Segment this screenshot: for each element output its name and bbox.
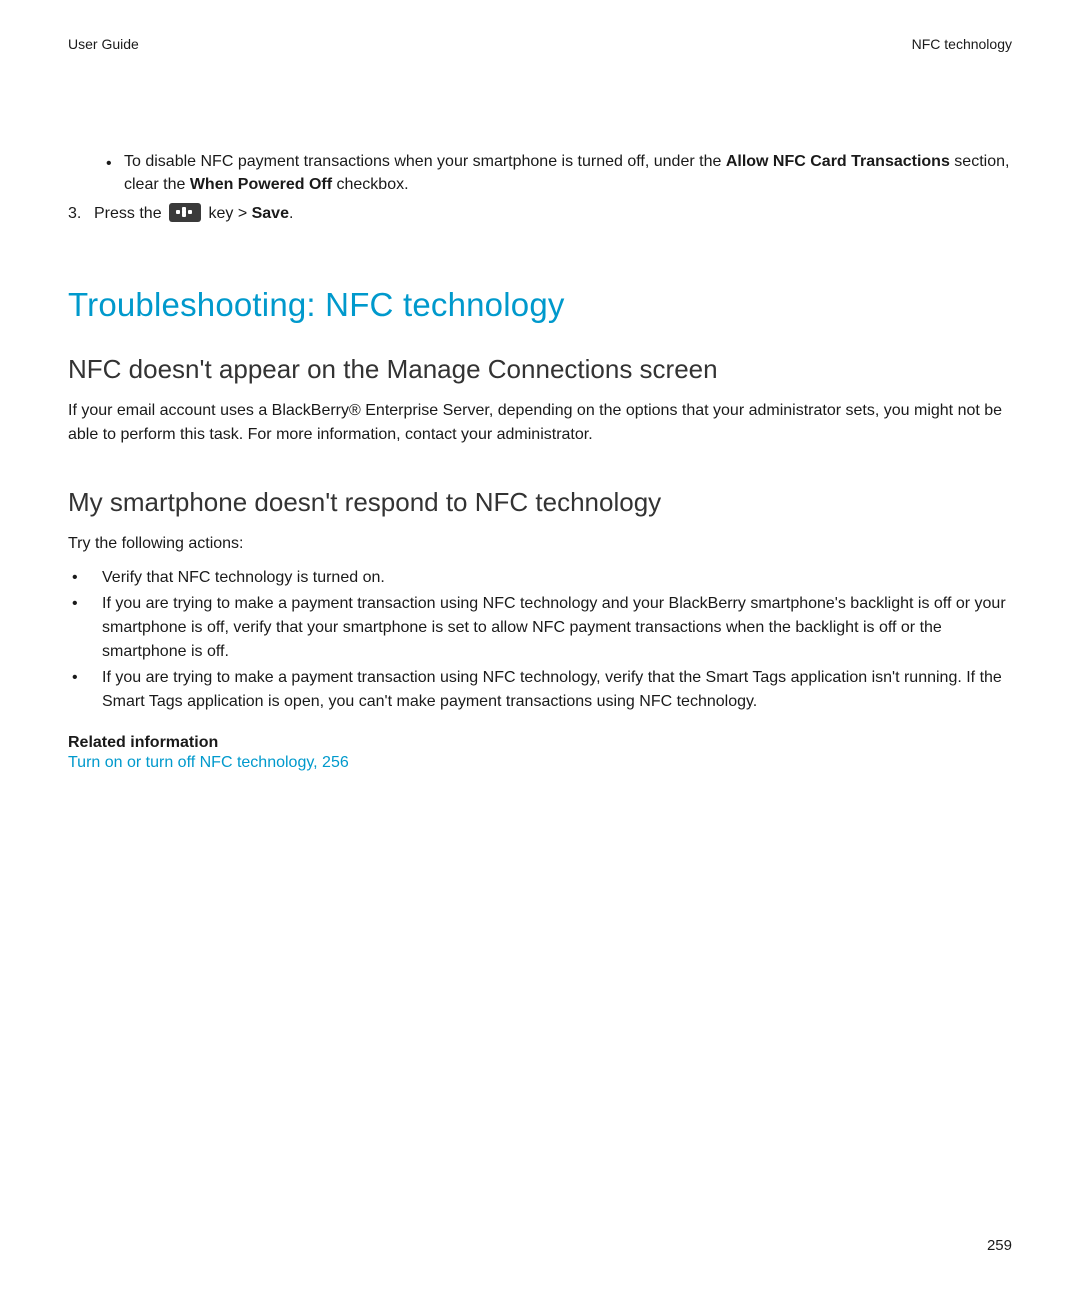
header-left: User Guide <box>68 36 139 52</box>
heading-troubleshooting: Troubleshooting: NFC technology <box>68 286 1012 324</box>
actions-list: • Verify that NFC technology is turned o… <box>68 566 1012 714</box>
running-header: User Guide NFC technology <box>68 36 1012 52</box>
page-number: 259 <box>987 1237 1012 1254</box>
list-item-text: Verify that NFC technology is turned on. <box>102 566 385 590</box>
sub-bullet-item: • To disable NFC payment transactions wh… <box>106 150 1012 196</box>
heading-nfc-missing: NFC doesn't appear on the Manage Connect… <box>68 354 1012 385</box>
paragraph-try-actions: Try the following actions: <box>68 532 1012 556</box>
bullet-text: To disable NFC payment transactions when… <box>124 150 1012 196</box>
step-number: 3. <box>68 202 94 225</box>
text-fragment: checkbox. <box>332 176 408 193</box>
list-item: • If you are trying to make a payment tr… <box>68 592 1012 664</box>
numbered-step-3: 3. Press the key > Save. <box>68 202 1012 225</box>
related-link-nfc[interactable]: Turn on or turn off NFC technology, 256 <box>68 754 1012 772</box>
bold-fragment: Allow NFC Card Transactions <box>726 153 950 170</box>
document-page: User Guide NFC technology • To disable N… <box>0 0 1080 1296</box>
bullet-marker: • <box>106 150 124 196</box>
text-fragment: key > <box>204 205 252 222</box>
step-text: Press the key > Save. <box>94 202 1012 225</box>
header-right: NFC technology <box>912 36 1012 52</box>
related-information-label: Related information <box>68 734 1012 752</box>
list-item: • If you are trying to make a payment tr… <box>68 666 1012 714</box>
bold-fragment: Save <box>252 205 289 222</box>
carryover-content: • To disable NFC payment transactions wh… <box>68 150 1012 226</box>
bullet-marker: • <box>68 666 102 714</box>
paragraph-nfc-missing: If your email account uses a BlackBerry®… <box>68 399 1012 447</box>
bullet-marker: • <box>68 566 102 590</box>
text-fragment: To disable NFC payment transactions when… <box>124 153 726 170</box>
menu-key-icon <box>169 203 201 222</box>
heading-no-response: My smartphone doesn't respond to NFC tec… <box>68 487 1012 518</box>
list-item: • Verify that NFC technology is turned o… <box>68 566 1012 590</box>
text-fragment: Press the <box>94 205 166 222</box>
text-fragment: . <box>289 205 293 222</box>
bold-fragment: When Powered Off <box>190 176 332 193</box>
bullet-marker: • <box>68 592 102 664</box>
list-item-text: If you are trying to make a payment tran… <box>102 592 1012 664</box>
list-item-text: If you are trying to make a payment tran… <box>102 666 1012 714</box>
